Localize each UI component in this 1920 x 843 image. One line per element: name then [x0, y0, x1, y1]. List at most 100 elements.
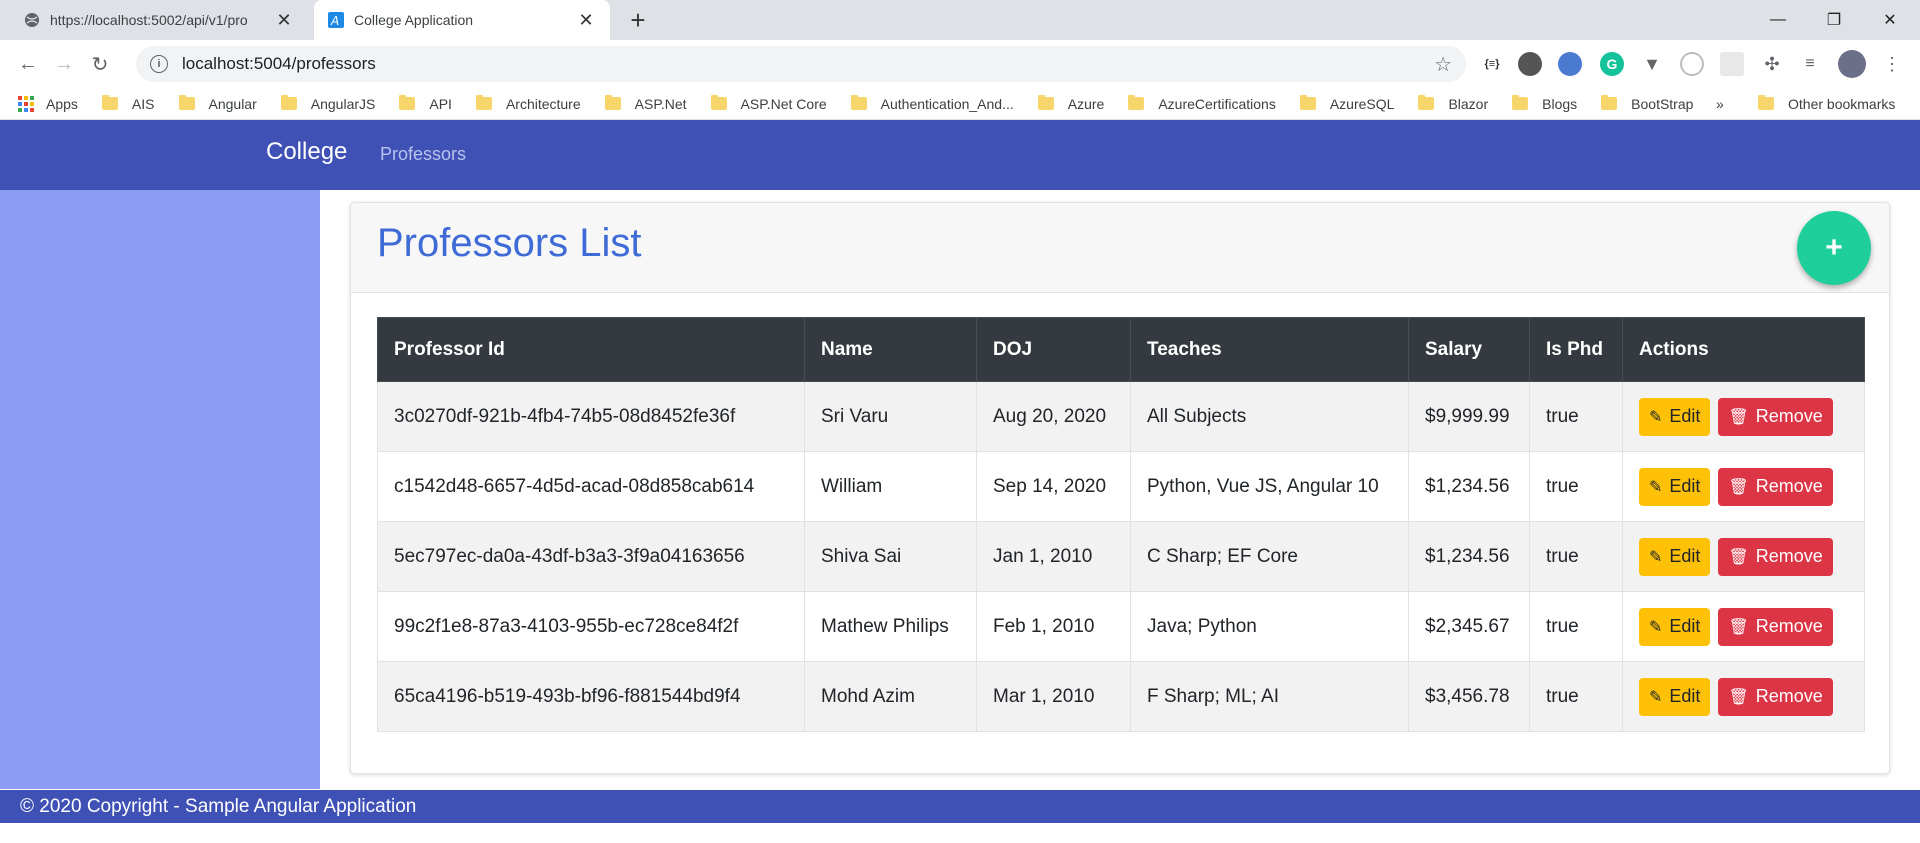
remove-button[interactable]: 🗑 Remove	[1718, 677, 1833, 716]
menu-dots-icon[interactable]: ⋮	[1880, 52, 1904, 76]
brand-link[interactable]: College	[266, 138, 347, 166]
maximize-button[interactable]: ❐	[1806, 0, 1862, 40]
media-queue-icon[interactable]: ≡	[1798, 52, 1822, 76]
bookmark-folder[interactable]: AIS	[101, 95, 155, 112]
bookmark-label: Apps	[46, 95, 78, 112]
extension-ring-icon[interactable]	[1680, 52, 1704, 76]
name-cell: Mohd Azim	[804, 661, 977, 732]
bookmark-folder[interactable]: Blazor	[1418, 95, 1488, 112]
main-area: Professors List + Professor Id Name DOJ …	[0, 190, 1920, 790]
edit-button[interactable]: ✎ Edit	[1639, 677, 1711, 716]
remove-button[interactable]: 🗑 Remove	[1718, 537, 1833, 576]
globe-icon	[25, 13, 39, 27]
bookmark-folder[interactable]: Azure	[1037, 95, 1104, 112]
bookmark-folder[interactable]: ASP.Net Core	[710, 95, 827, 112]
edit-button[interactable]: ✎ Edit	[1639, 607, 1711, 646]
other-bookmarks[interactable]: Other bookmarks	[1758, 95, 1895, 112]
doj-cell: Mar 1, 2010	[976, 661, 1131, 732]
avatar[interactable]	[1838, 50, 1866, 78]
footer: © 2020 Copyright - Sample Angular Applic…	[0, 790, 1920, 823]
pencil-icon: ✎	[1649, 688, 1663, 706]
column-header: Name	[804, 317, 977, 382]
remove-button[interactable]: 🗑 Remove	[1718, 467, 1833, 506]
browser-toolbar: ← → ↻ i localhost:5004/professors ☆ {≡} …	[0, 40, 1920, 88]
add-professor-button[interactable]: +	[1797, 211, 1871, 285]
column-header: Professor Id	[377, 317, 805, 382]
folder-icon	[280, 95, 297, 110]
table-row: c1542d48-6657-4d5d-acad-08d858cab614 Wil…	[377, 451, 1865, 522]
actions-cell: ✎ Edit 🗑 Remove	[1622, 591, 1865, 662]
bookmark-apps[interactable]: Apps	[18, 95, 78, 112]
bookmark-label: AzureSQL	[1329, 95, 1395, 112]
info-icon[interactable]: i	[150, 55, 168, 73]
bookmark-folder[interactable]: Angular	[178, 95, 257, 112]
vue-devtools-icon[interactable]: ▼	[1640, 52, 1664, 76]
is-phd-cell: true	[1529, 661, 1623, 732]
svg-text:A: A	[330, 14, 339, 28]
nav-link-professors[interactable]: Professors	[380, 144, 466, 165]
professor-id-cell: c1542d48-6657-4d5d-acad-08d858cab614	[377, 451, 805, 522]
extensions-puzzle-icon[interactable]: ✣	[1760, 52, 1784, 76]
actions-cell: ✎ Edit 🗑 Remove	[1622, 451, 1865, 522]
close-tab-icon[interactable]: ✕	[274, 10, 294, 31]
column-header: Actions	[1622, 317, 1865, 382]
is-phd-cell: true	[1529, 521, 1623, 592]
copyright-text: © 2020 Copyright - Sample Angular Applic…	[20, 795, 417, 817]
bookmark-label: API	[429, 95, 452, 112]
professors-card: Professors List + Professor Id Name DOJ …	[350, 202, 1890, 774]
reload-icon[interactable]: ↻	[82, 46, 118, 82]
bookmark-folder[interactable]: Authentication_And...	[850, 95, 1014, 112]
back-arrow-icon[interactable]: ←	[10, 46, 46, 82]
bookmark-label: AIS	[131, 95, 155, 112]
close-tab-icon[interactable]: ✕	[576, 10, 596, 31]
remove-button[interactable]: 🗑 Remove	[1718, 397, 1833, 436]
tab-title: College Application	[354, 12, 474, 28]
trash-icon: 🗑	[1728, 408, 1749, 426]
table-row: 99c2f1e8-87a3-4103-955b-ec728ce84f2f Mat…	[377, 591, 1865, 662]
bookmark-folder[interactable]: Blogs	[1512, 95, 1577, 112]
bookmark-label: AngularJS	[310, 95, 376, 112]
edit-button[interactable]: ✎ Edit	[1639, 397, 1711, 436]
table-row: 5ec797ec-da0a-43df-b3a3-3f9a04163656 Shi…	[377, 521, 1865, 592]
edit-button[interactable]: ✎ Edit	[1639, 467, 1711, 506]
browser-tab-api[interactable]: https://localhost:5002/api/v1/pro ✕	[8, 0, 308, 40]
angular-a-icon: A	[328, 12, 344, 28]
bookmark-label: ASP.Net Core	[740, 95, 827, 112]
bookmark-folder[interactable]: BootStrap	[1601, 95, 1693, 112]
remove-label: Remove	[1755, 616, 1823, 636]
close-window-button[interactable]: ✕	[1862, 0, 1918, 40]
remove-button[interactable]: 🗑 Remove	[1718, 607, 1833, 646]
new-tab-button[interactable]: +	[624, 6, 652, 34]
trash-icon: 🗑	[1728, 618, 1749, 636]
remove-label: Remove	[1755, 476, 1823, 496]
extension-blue-icon[interactable]	[1558, 52, 1582, 76]
bookmark-folder[interactable]: AzureSQL	[1299, 95, 1395, 112]
doj-cell: Jan 1, 2010	[976, 521, 1131, 592]
more-bookmarks-button[interactable]: »	[1716, 96, 1724, 112]
column-header: DOJ	[976, 317, 1131, 382]
address-bar[interactable]: i localhost:5004/professors ☆	[136, 46, 1466, 82]
name-cell: Sri Varu	[804, 381, 977, 452]
trash-icon: 🗑	[1728, 548, 1749, 566]
actions-cell: ✎ Edit 🗑 Remove	[1622, 381, 1865, 452]
bookmark-folder[interactable]: API	[399, 95, 452, 112]
bookmark-folder[interactable]: ASP.Net	[604, 95, 687, 112]
edit-button[interactable]: ✎ Edit	[1639, 537, 1711, 576]
name-cell: William	[804, 451, 977, 522]
trash-icon: 🗑	[1728, 478, 1749, 496]
salary-cell: $2,345.67	[1408, 591, 1530, 662]
edit-label: Edit	[1669, 476, 1701, 496]
extension-square-icon[interactable]	[1720, 52, 1744, 76]
forward-arrow-icon[interactable]: →	[46, 46, 82, 82]
browser-tab-college[interactable]: A College Application ✕	[314, 0, 610, 40]
bookmark-folder[interactable]: AngularJS	[280, 95, 376, 112]
grammarly-icon[interactable]: G	[1600, 52, 1624, 76]
json-extension-icon[interactable]: {≡}	[1480, 52, 1504, 76]
bookmark-folder[interactable]: Architecture	[475, 95, 581, 112]
table-header-row: Professor Id Name DOJ Teaches Salary Is …	[377, 317, 1865, 382]
minimize-button[interactable]: —	[1750, 0, 1806, 40]
folder-icon	[604, 95, 621, 110]
extension-circle-icon[interactable]	[1518, 52, 1542, 76]
bookmark-star-icon[interactable]: ☆	[1434, 52, 1452, 77]
bookmark-folder[interactable]: AzureCertifications	[1128, 95, 1276, 112]
